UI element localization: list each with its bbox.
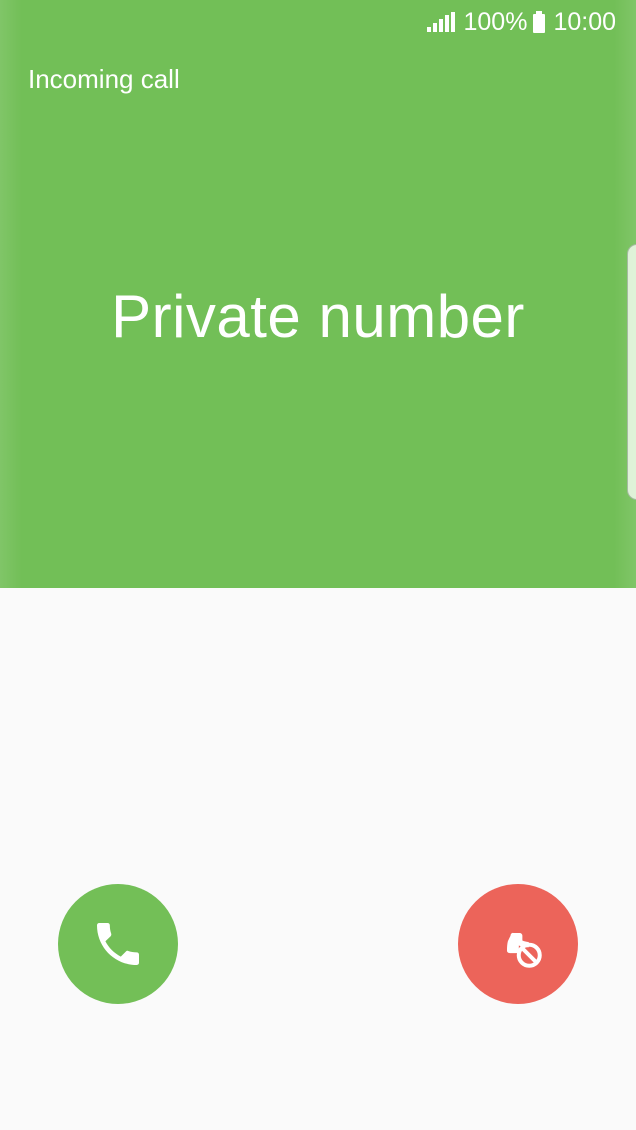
reject-call-button[interactable]	[458, 884, 578, 1004]
battery-percentage: 100%	[463, 7, 528, 36]
incoming-call-screen: 100% 10:00 Incoming call Private number	[0, 0, 636, 1130]
phone-reject-icon	[506, 932, 542, 968]
caller-name: Private number	[111, 283, 525, 350]
clock: 10:00	[553, 7, 616, 36]
phone-accept-icon	[97, 923, 139, 965]
battery-icon	[533, 11, 546, 33]
edge-panel-handle[interactable]	[627, 244, 636, 500]
accept-call-button[interactable]	[58, 884, 178, 1004]
signal-icon	[425, 12, 456, 32]
caller-panel: 100% 10:00 Incoming call Private number	[0, 0, 636, 588]
call-status-label: Incoming call	[28, 64, 180, 94]
status-bar: 100% 10:00	[425, 0, 636, 44]
